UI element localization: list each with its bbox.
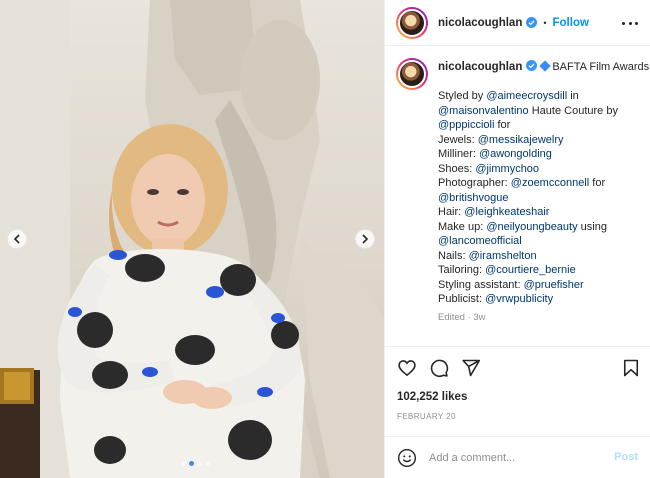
chevron-right-icon — [362, 234, 369, 244]
caption-line: Tailoring: @courtiere_bernie — [438, 263, 646, 278]
caption-line: @pppiccioli for — [438, 118, 646, 133]
follow-button[interactable]: Follow — [553, 17, 589, 29]
caption-text-segment: for — [589, 177, 606, 189]
caption-line: @lancomeofficial — [438, 234, 646, 249]
mention-link[interactable]: @neilyoungbeauty — [486, 221, 577, 233]
verified-badge-icon — [526, 60, 538, 71]
caption-text-segment: Styled by — [438, 90, 487, 102]
chevron-left-icon — [13, 234, 20, 244]
smiley-icon[interactable] — [397, 448, 417, 468]
caption-text-segment: Tailoring: — [438, 264, 486, 276]
caption-title: BAFTA Film Awards — [552, 61, 650, 73]
caption-text-segment: using — [577, 220, 607, 233]
carousel-dots — [181, 461, 210, 466]
mention-link[interactable]: @awongolding — [479, 148, 552, 160]
comment-icon[interactable] — [429, 358, 449, 378]
mention-link[interactable]: @lancomeofficial — [438, 235, 522, 247]
caption-text-segment: Haute Couture by — [528, 104, 618, 117]
caption-text-segment: in — [567, 90, 579, 102]
bookmark-icon[interactable] — [621, 358, 641, 378]
caption-avatar[interactable] — [396, 58, 428, 90]
mention-link[interactable]: @leighkeateshair — [464, 206, 549, 218]
caption-text-segment: Photographer: — [438, 177, 511, 189]
avatar[interactable] — [396, 6, 428, 39]
mention-link[interactable]: @pruefisher — [524, 279, 584, 291]
more-options-icon[interactable] — [622, 15, 638, 31]
heart-icon[interactable] — [397, 358, 417, 378]
caption-text-segment: Styling assistant: — [438, 278, 524, 291]
caption-line: Jewels: @messikajewelry — [438, 133, 646, 148]
comment-input[interactable] — [429, 449, 599, 467]
caption-line: Shoes: @jimmychoo — [438, 162, 646, 177]
photo-illustration — [0, 0, 384, 478]
caption-line: Publicist: @vrwpublicity — [438, 292, 646, 307]
mention-link[interactable]: @iramshelton — [469, 250, 537, 262]
caption-text-segment: Make up: — [438, 220, 487, 233]
caption-line: Make up: @neilyoungbeauty using — [438, 220, 646, 235]
post-comment-button[interactable]: Post — [614, 451, 638, 463]
mention-link[interactable]: @jimmychoo — [475, 163, 539, 175]
post-header: nicolacoughlan • Follow — [385, 0, 650, 46]
caption-text-segment: Hair: — [438, 206, 465, 218]
post-sidebar: nicolacoughlan • Follow nicolacoughlan BA… — [384, 0, 650, 478]
post-photo[interactable] — [0, 0, 384, 478]
mention-link[interactable]: @britishvogue — [438, 192, 508, 204]
caption-line: Photographer: @zoemcconnell for — [438, 176, 646, 191]
caption-line: Nails: @iramshelton — [438, 249, 646, 264]
verified-badge-icon — [526, 17, 538, 28]
post-date[interactable]: FEBRUARY 20 — [397, 412, 456, 421]
caption-line: Styled by @aimeecroysdill in — [438, 89, 646, 104]
carousel-dot — [189, 461, 194, 466]
header-username[interactable]: nicolacoughlan — [438, 17, 522, 29]
like-count[interactable]: 102,252 likes — [397, 391, 467, 403]
caption-line: @britishvogue — [438, 191, 646, 206]
caption-line: Hair: @leighkeateshair — [438, 205, 646, 220]
mention-link[interactable]: @maisonvalentino — [438, 105, 529, 117]
carousel-dot — [205, 461, 210, 466]
caption-username[interactable]: nicolacoughlan — [438, 61, 522, 73]
caption-text-segment: Jewels: — [438, 133, 478, 146]
caption-text-segment: Publicist: — [438, 293, 486, 305]
carousel-dot — [197, 461, 202, 466]
caption-line: Styling assistant: @pruefisher — [438, 278, 646, 293]
mention-link[interactable]: @aimeecroysdill — [486, 90, 567, 102]
caption-line: Milliner: @awongolding — [438, 147, 646, 162]
mention-link[interactable]: @messikajewelry — [478, 134, 564, 146]
carousel-dot — [181, 461, 186, 466]
edited-timestamp[interactable]: Edited · 3w — [438, 311, 646, 326]
header-separator: • — [543, 17, 547, 28]
caption-text-segment: Milliner: — [438, 148, 479, 160]
caption-body: nicolacoughlan BAFTA Film Awards Styled b… — [438, 60, 650, 326]
caption-text-segment: Shoes: — [438, 162, 476, 175]
caption-text-segment: for — [494, 119, 511, 131]
caption-text: Styled by @aimeecroysdill in @maisonvalen… — [438, 89, 646, 307]
mention-link[interactable]: @courtiere_bernie — [485, 264, 576, 276]
blue-diamond-emoji — [539, 60, 552, 72]
mention-link[interactable]: @pppiccioli — [438, 119, 494, 131]
mention-link[interactable]: @vrwpublicity — [485, 293, 553, 305]
action-bar — [385, 346, 650, 386]
comment-bar: Post — [385, 436, 650, 478]
share-icon[interactable] — [461, 358, 481, 378]
previous-slide-button[interactable] — [7, 229, 27, 249]
caption-line: @maisonvalentino Haute Couture by — [438, 104, 646, 119]
mention-link[interactable]: @zoemcconnell — [511, 177, 589, 189]
caption-text-segment: Nails: — [438, 249, 469, 262]
next-slide-button[interactable] — [355, 229, 375, 249]
